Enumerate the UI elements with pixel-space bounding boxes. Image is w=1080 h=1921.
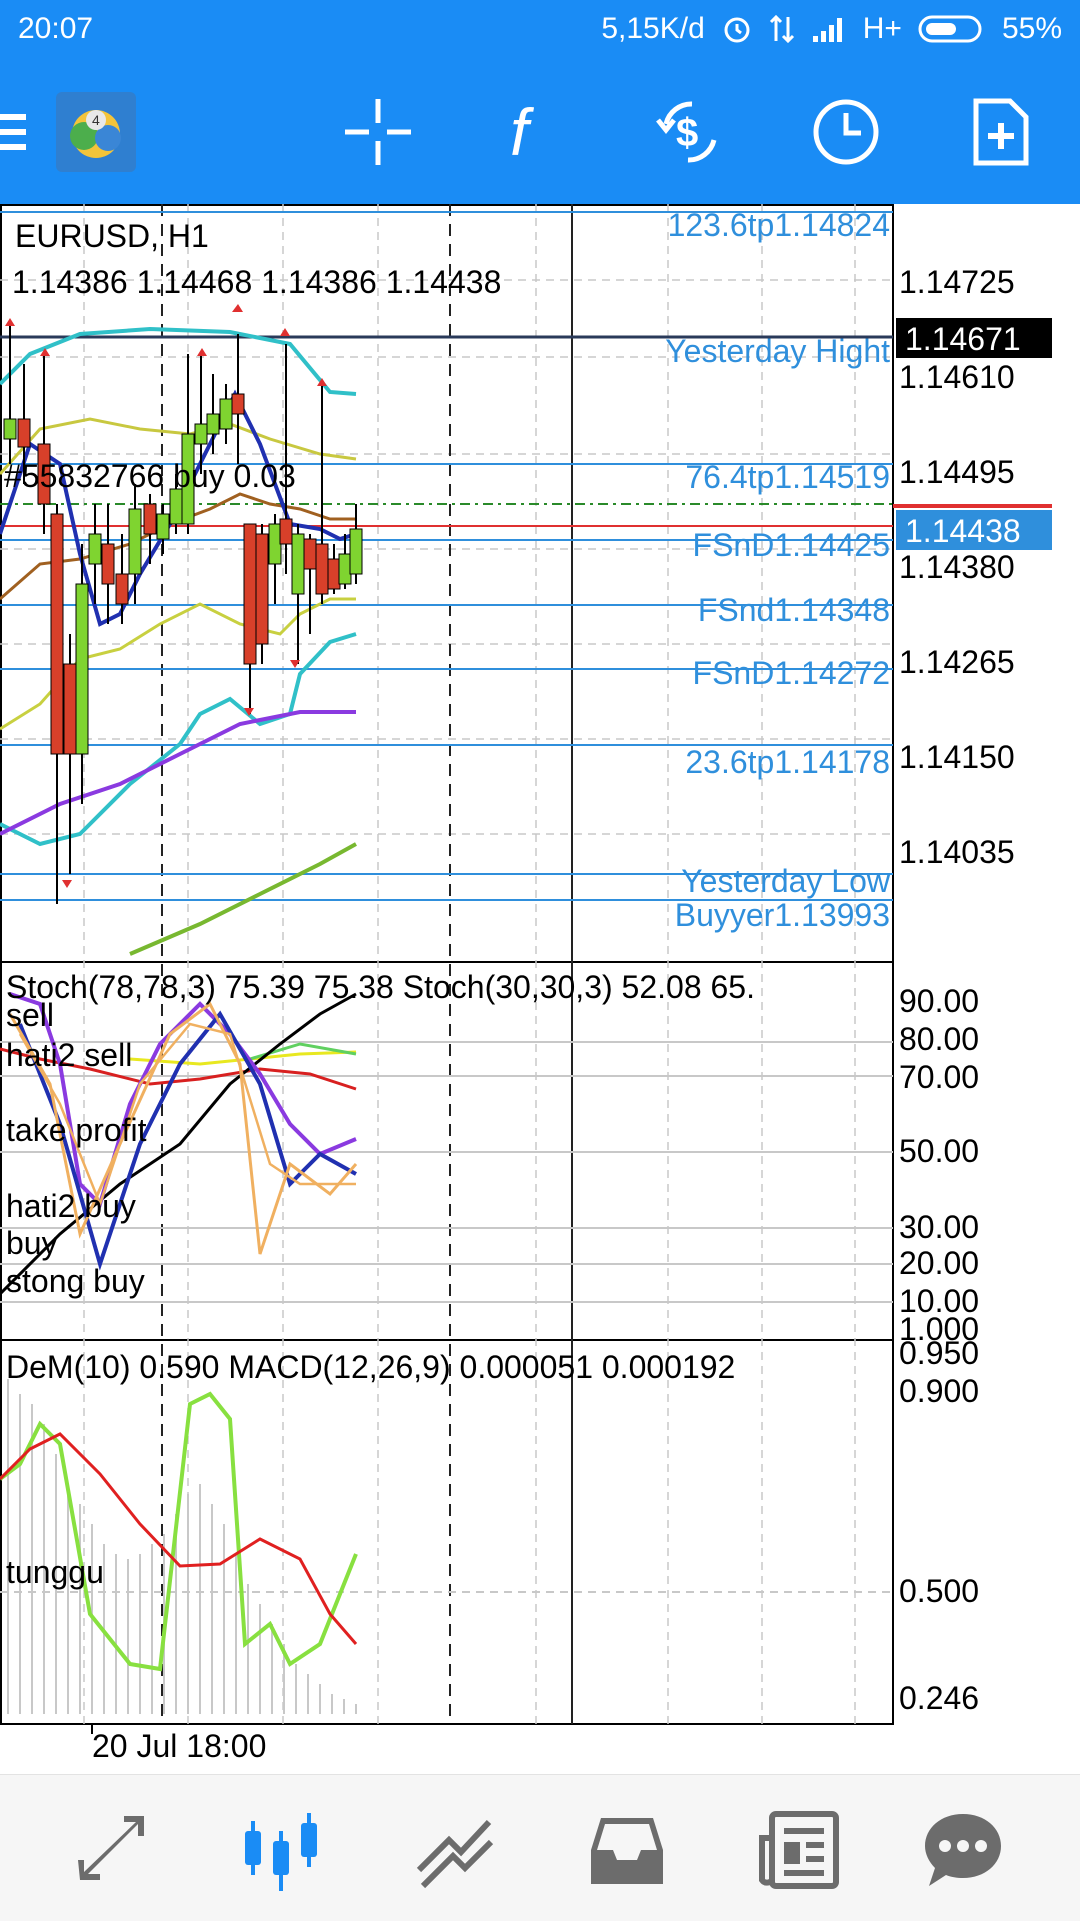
- status-time: 20:07: [18, 12, 94, 45]
- level-label: FSnD1.14272: [693, 655, 890, 691]
- nav-chart[interactable]: [237, 1805, 327, 1895]
- quotes-icon: [78, 1816, 144, 1880]
- signal-icon: [812, 18, 842, 42]
- dem-tick: 0.500: [899, 1573, 979, 1609]
- ohlc-values: 1.14386 1.14468 1.14386 1.14438: [12, 264, 501, 300]
- indicators-icon: f: [510, 97, 535, 167]
- highlight-price-black: 1.14671: [905, 321, 1021, 357]
- stoch-label: hati2 buy: [6, 1188, 136, 1224]
- level-labels: 123.6tp1.14824 Yesterday Hight 76.4tp1.1…: [665, 207, 891, 933]
- stoch-header: Stoch(78,78,3) 75.39 75.38 Stoch(30,30,3…: [6, 969, 755, 1005]
- timeframe-icon: [813, 99, 879, 165]
- chart-area[interactable]: EURUSD, H1 1.14386 1.14468 1.14386 1.144…: [0, 204, 1080, 1774]
- battery-icon: [918, 15, 982, 43]
- new-order-icon: [973, 98, 1029, 166]
- nav-chat[interactable]: [918, 1805, 1008, 1895]
- order-label: #55832766 buy 0.03: [4, 458, 296, 494]
- data-transfer-icon: [769, 14, 794, 44]
- price-tick: 1.14610: [899, 359, 1015, 395]
- network-speed: 5,15K/d: [601, 12, 705, 45]
- stoch-tick: 30.00: [899, 1209, 979, 1245]
- level-label: Yesterday Hight: [665, 333, 890, 369]
- menu-button[interactable]: [0, 94, 36, 170]
- stoch-tick: 20.00: [899, 1245, 979, 1281]
- dem-label: tunggu: [6, 1554, 104, 1590]
- stoch-tick: 50.00: [899, 1133, 979, 1169]
- dem-axis: 0.950 0.900 0.500 0.246: [899, 1335, 979, 1716]
- network-type: H+: [862, 12, 902, 45]
- dem-tick: 0.246: [899, 1680, 979, 1716]
- price-tick: 1.14265: [899, 644, 1015, 680]
- price-tick: 1.14725: [899, 264, 1015, 300]
- chat-icon: [925, 1814, 1001, 1886]
- nav-quotes[interactable]: [65, 1805, 155, 1895]
- dem-tick: 0.900: [899, 1373, 979, 1409]
- level-label: FSnD1.14425: [693, 527, 890, 563]
- nav-news[interactable]: [755, 1805, 845, 1895]
- stoch-tick: 90.00: [899, 983, 979, 1019]
- level-label: 123.6tp1.14824: [668, 207, 890, 243]
- stoch-label: hati2 sell: [6, 1037, 132, 1073]
- stoch-label: sell: [6, 997, 54, 1033]
- trade-history-icon: [416, 1819, 494, 1889]
- nav-trade-history[interactable]: [410, 1805, 500, 1895]
- battery-level: 55%: [1001, 12, 1062, 45]
- news-icon: [759, 1811, 839, 1889]
- crosshair-icon: [345, 99, 411, 165]
- chart-canvas[interactable]: EURUSD, H1 1.14386 1.14468 1.14386 1.144…: [0, 204, 1080, 1774]
- time-axis-label: 20 Jul 18:00: [92, 1728, 266, 1764]
- chart-icon: [245, 1813, 317, 1891]
- metatrader-logo: 4: [56, 92, 136, 172]
- trade-button[interactable]: $: [652, 94, 728, 170]
- dem-tick: 0.950: [899, 1335, 979, 1371]
- level-label: 76.4tp1.14519: [685, 459, 890, 495]
- level-label: FSnd1.14348: [698, 592, 890, 628]
- level-label: Yesterday Low: [681, 863, 891, 899]
- crosshair-button[interactable]: [340, 94, 416, 170]
- bottom-navigation: [0, 1774, 1080, 1921]
- inbox-icon: [591, 1818, 663, 1884]
- status-bar: 20:07 5,15K/d H+ 55%: [0, 0, 1080, 60]
- svg-text:4: 4: [92, 112, 100, 128]
- indicators-button[interactable]: f: [494, 94, 570, 170]
- price-tick: 1.14150: [899, 739, 1015, 775]
- highlight-price-blue: 1.14438: [905, 513, 1021, 549]
- timeframe-button[interactable]: [808, 94, 884, 170]
- price-tick: 1.14035: [899, 834, 1015, 870]
- trade-icon: $: [656, 101, 717, 163]
- svg-text:$: $: [676, 111, 698, 155]
- status-right: 5,15K/d H+ 55%: [601, 12, 1062, 46]
- symbol-timeframe: EURUSD, H1: [15, 218, 209, 254]
- nav-inbox[interactable]: [582, 1805, 672, 1895]
- stoch-tick: 80.00: [899, 1021, 979, 1057]
- price-tick: 1.14380: [899, 549, 1015, 585]
- stoch-label: buy: [6, 1225, 58, 1261]
- stoch-label: take profit: [6, 1112, 147, 1148]
- toolbar: 4 f $: [0, 60, 1080, 204]
- price-tick: 1.14495: [899, 454, 1015, 490]
- stoch-label: stong buy: [6, 1263, 145, 1299]
- alarm-icon: [724, 17, 750, 43]
- stoch-tick: 70.00: [899, 1059, 979, 1095]
- menu-icon: [0, 114, 26, 150]
- app-logo-button[interactable]: 4: [56, 92, 136, 172]
- level-label: Buyyer1.13993: [675, 897, 890, 933]
- stoch-axis: 90.00 80.00 70.00 50.00 30.00 20.00 10.0…: [899, 983, 979, 1347]
- new-order-button[interactable]: [962, 94, 1038, 170]
- level-label: 23.6tp1.14178: [685, 744, 890, 780]
- svg-text:f: f: [510, 97, 535, 167]
- dem-header: DeM(10) 0.590 MACD(12,26,9) 0.000051 0.0…: [6, 1349, 735, 1385]
